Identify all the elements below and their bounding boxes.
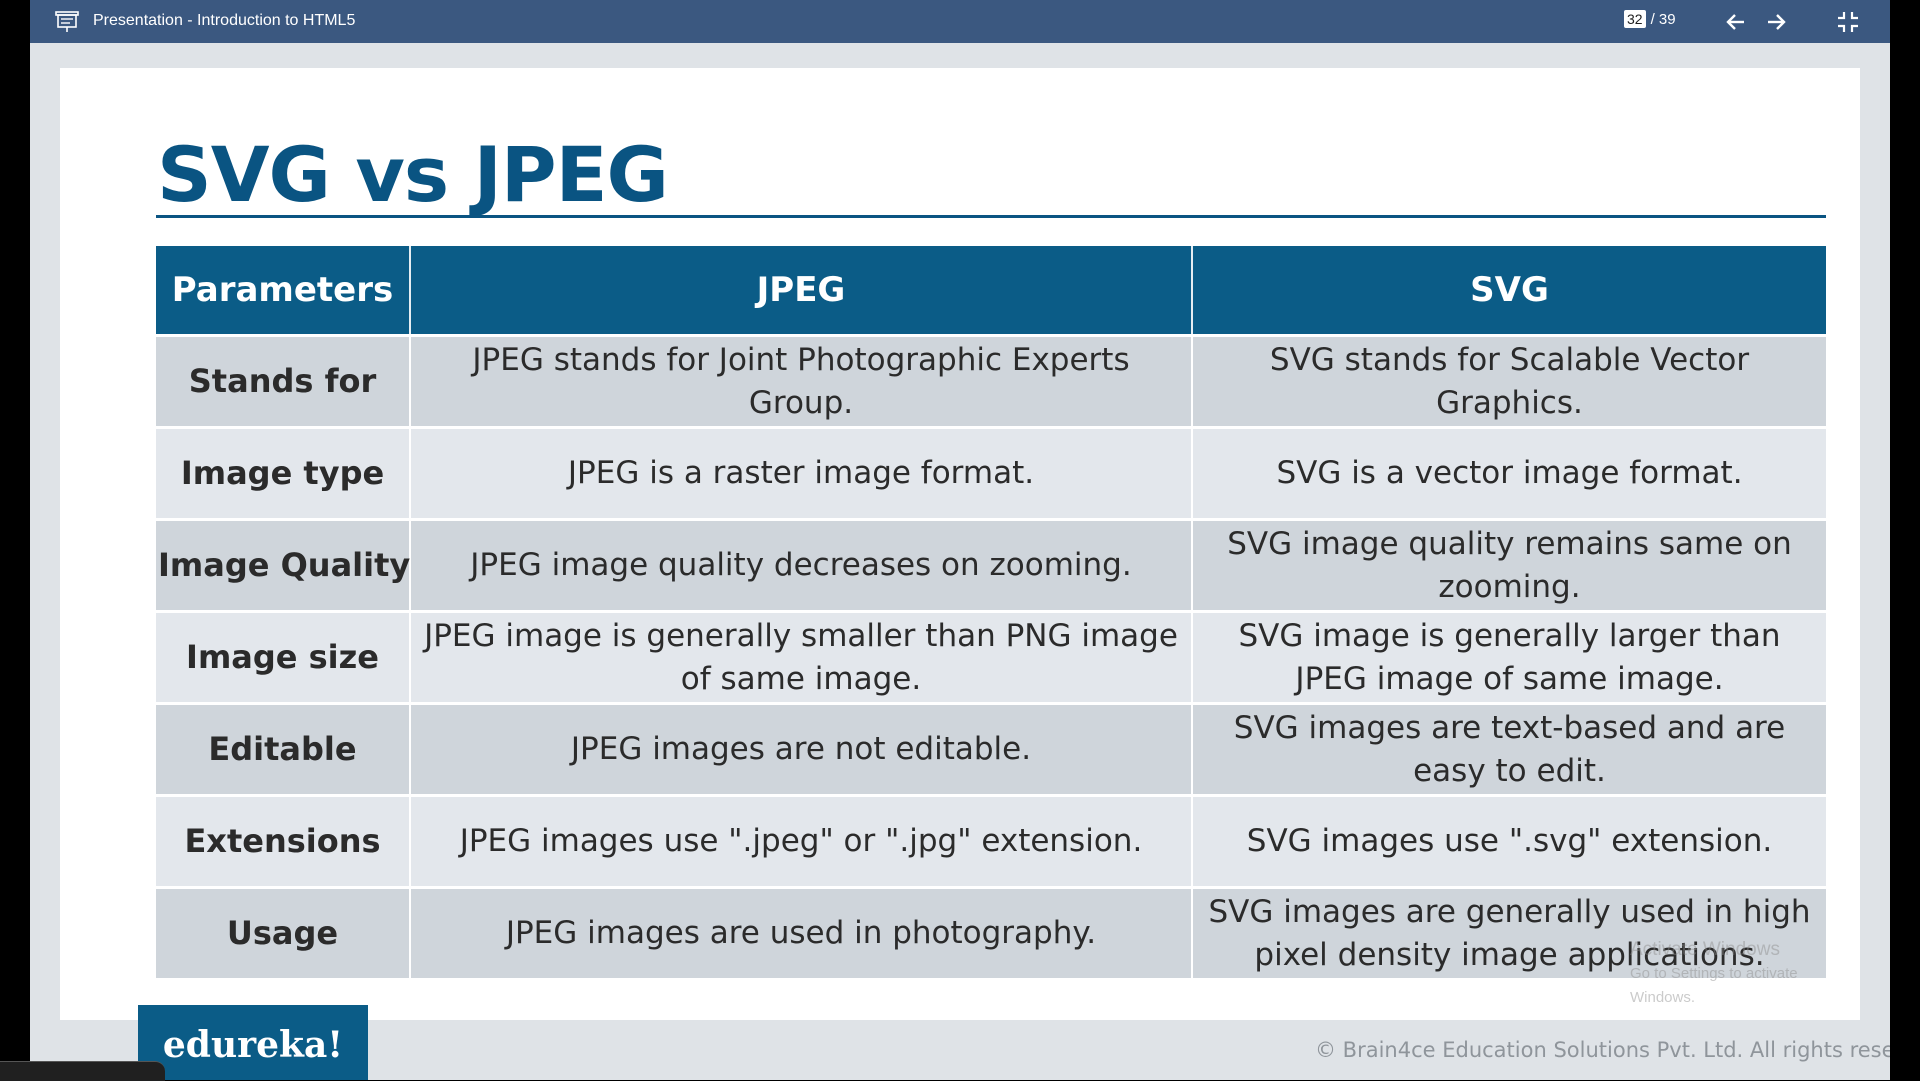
taskbar-fragment xyxy=(0,1061,165,1081)
jpeg-cell: JPEG images are used in photography. xyxy=(410,886,1193,978)
arrow-left-icon xyxy=(1726,14,1744,30)
row-parameter: Extensions xyxy=(156,794,411,888)
previous-slide-button[interactable] xyxy=(1723,9,1749,35)
row-parameter: Editable xyxy=(156,702,411,796)
table-row: Extensions JPEG images use ".jpeg" or ".… xyxy=(156,794,1826,888)
arrow-right-icon xyxy=(1768,14,1786,30)
jpeg-cell: JPEG images are not editable. xyxy=(410,702,1193,796)
svg-cell: SVG images use ".svg" extension. xyxy=(1192,794,1826,888)
svg-cell: SVG image is generally larger than JPEG … xyxy=(1192,610,1826,704)
title-underline xyxy=(156,215,1826,218)
table-row: Image Quality JPEG image quality decreas… xyxy=(156,518,1826,612)
row-parameter: Usage xyxy=(156,886,411,978)
presentation-icon xyxy=(54,10,80,34)
table-row: Usage JPEG images are used in photograph… xyxy=(156,886,1826,978)
page-counter: 32 / 39 xyxy=(1624,10,1676,28)
edureka-logo: edureka! xyxy=(138,1005,368,1080)
exit-fullscreen-button[interactable] xyxy=(1835,9,1861,35)
row-parameter: Image Quality xyxy=(156,518,411,612)
watermark-line-2: Go to Settings to activate Windows. xyxy=(1630,965,1798,1006)
exit-fullscreen-icon xyxy=(1838,12,1858,32)
svg-cell: SVG is a vector image format. xyxy=(1192,426,1826,520)
row-parameter: Image type xyxy=(156,426,411,520)
svg-cell: SVG images are text-based and are easy t… xyxy=(1192,702,1826,796)
page-total: / 39 xyxy=(1650,10,1676,28)
svg-cell: SVG image quality remains same on zoomin… xyxy=(1192,518,1826,612)
comparison-table: Parameters JPEG SVG Stands for JPEG stan… xyxy=(156,246,1826,978)
jpeg-cell: JPEG images use ".jpeg" or ".jpg" extens… xyxy=(410,794,1193,888)
jpeg-cell: JPEG is a raster image format. xyxy=(410,426,1193,520)
table-row: Image type JPEG is a raster image format… xyxy=(156,426,1826,520)
activation-watermark: Activate Windows Go to Settings to activ… xyxy=(1630,938,1860,1010)
jpeg-cell: JPEG stands for Joint Photographic Exper… xyxy=(410,334,1193,428)
page-number-input[interactable]: 32 xyxy=(1624,10,1646,28)
watermark-line-1: Activate Windows xyxy=(1630,939,1780,960)
table-row: Image size JPEG image is generally small… xyxy=(156,610,1826,704)
header-parameters: Parameters xyxy=(156,246,411,336)
jpeg-cell: JPEG image quality decreases on zooming. xyxy=(410,518,1193,612)
copyright-notice: © Brain4ce Education Solutions Pvt. Ltd.… xyxy=(1315,1038,1890,1062)
table-row: Stands for JPEG stands for Joint Photogr… xyxy=(156,334,1826,428)
slide-title: SVG vs JPEG xyxy=(157,130,669,219)
table-header-row: Parameters JPEG SVG xyxy=(156,246,1826,336)
next-slide-button[interactable] xyxy=(1763,9,1789,35)
jpeg-cell: JPEG image is generally smaller than PNG… xyxy=(410,610,1193,704)
presentation-viewer: Presentation - Introduction to HTML5 32 … xyxy=(30,0,1890,1080)
slide: SVG vs JPEG Parameters JPEG SVG Stands f… xyxy=(60,68,1860,1020)
table-row: Editable JPEG images are not editable. S… xyxy=(156,702,1826,796)
svg-cell: SVG stands for Scalable Vector Graphics. xyxy=(1192,334,1826,428)
row-parameter: Stands for xyxy=(156,334,411,428)
header-svg: SVG xyxy=(1192,246,1826,336)
header-jpeg: JPEG xyxy=(410,246,1193,336)
document-title: Presentation - Introduction to HTML5 xyxy=(93,12,356,29)
row-parameter: Image size xyxy=(156,610,411,704)
viewer-toolbar: Presentation - Introduction to HTML5 32 … xyxy=(30,0,1890,43)
